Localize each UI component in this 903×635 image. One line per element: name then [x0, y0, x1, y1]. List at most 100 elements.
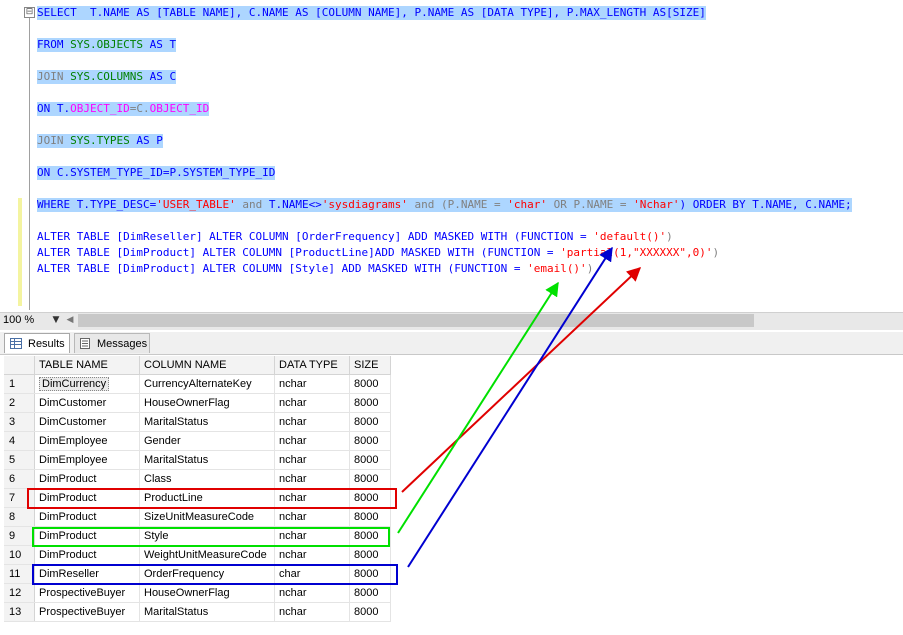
- horizontal-scrollbar-thumb[interactable]: [78, 314, 754, 327]
- row-number[interactable]: 12: [4, 583, 35, 603]
- column-header-table-name[interactable]: TABLE NAME: [34, 356, 140, 375]
- cell-data-type[interactable]: nchar: [274, 507, 350, 527]
- code-line-on-type-id[interactable]: ON C.SYSTEM_TYPE_ID=P.SYSTEM_TYPE_ID: [37, 166, 276, 180]
- row-number[interactable]: 1: [4, 374, 35, 394]
- table-row[interactable]: 8 DimProduct SizeUnitMeasureCode nchar 8000: [4, 507, 391, 527]
- cell-size-text: 8000: [354, 549, 379, 561]
- cell-table-name[interactable]: DimCurrency: [34, 374, 140, 394]
- cell-table-name[interactable]: DimEmployee: [34, 431, 140, 451]
- cell-data-type[interactable]: nchar: [274, 431, 350, 451]
- cell-table-name[interactable]: DimEmployee: [34, 450, 140, 470]
- cell-table-name[interactable]: DimCustomer: [34, 393, 140, 413]
- cell-column-name[interactable]: MaritalStatus: [139, 450, 275, 470]
- code-text: ) ORDER BY T.NAME, C.NAME;: [679, 198, 852, 211]
- column-header-size[interactable]: SIZE: [349, 356, 391, 375]
- cell-table-name[interactable]: ProspectiveBuyer: [34, 583, 140, 603]
- cell-data-type[interactable]: nchar: [274, 583, 350, 603]
- row-number[interactable]: 11: [4, 564, 35, 584]
- code-line-alter-style[interactable]: ALTER TABLE [DimProduct] ALTER COLUMN [S…: [37, 262, 593, 276]
- table-row[interactable]: 1 DimCurrency CurrencyAlternateKey nchar 800…: [4, 374, 391, 394]
- code-line-on-object-id[interactable]: ON T.OBJECT_ID=C.OBJECT_ID: [37, 102, 210, 116]
- code-line-where[interactable]: WHERE T.TYPE_DESC='USER_TABLE' and T.NAM…: [37, 198, 852, 212]
- outline-line: [29, 18, 30, 310]
- cell-data-type[interactable]: nchar: [274, 450, 350, 470]
- table-row[interactable]: 4 DimEmployee Gender nchar 8000: [4, 431, 391, 451]
- table-row[interactable]: 13 ProspectiveBuyer MaritalStatus nchar 8000: [4, 602, 391, 622]
- row-number[interactable]: 10: [4, 545, 35, 565]
- table-row[interactable]: 10 DimProduct WeightUnitMeasureCode nchar 80…: [4, 545, 391, 565]
- cell-data-type-text: nchar: [279, 397, 307, 409]
- row-number[interactable]: 5: [4, 450, 35, 470]
- code-line-join-columns[interactable]: JOIN SYS.COLUMNS AS C: [37, 70, 177, 84]
- cell-data-type[interactable]: nchar: [274, 545, 350, 565]
- cell-column-name[interactable]: HouseOwnerFlag: [139, 583, 275, 603]
- cell-column-name[interactable]: CurrencyAlternateKey: [139, 374, 275, 394]
- cell-table-name-text: DimCustomer: [39, 416, 107, 428]
- row-number[interactable]: 13: [4, 602, 35, 622]
- cell-column-name[interactable]: Class: [139, 469, 275, 489]
- cell-data-type[interactable]: nchar: [274, 469, 350, 489]
- table-row[interactable]: 5 DimEmployee MaritalStatus nchar 8000: [4, 450, 391, 470]
- collapse-region-toggle[interactable]: ⊟: [24, 7, 35, 18]
- row-number[interactable]: 4: [4, 431, 35, 451]
- column-header-column-name[interactable]: COLUMN NAME: [139, 356, 275, 375]
- scroll-left-icon[interactable]: ◀: [64, 313, 76, 328]
- cell-data-type-text: nchar: [279, 511, 307, 523]
- cell-size[interactable]: 8000: [349, 393, 391, 413]
- tab-messages[interactable]: Messages: [74, 333, 150, 353]
- query-editor[interactable]: ⊟ SELECT T.NAME AS [TABLE NAME], C.NAME …: [0, 0, 903, 312]
- code-line-alter-reseller[interactable]: ALTER TABLE [DimReseller] ALTER COLUMN […: [37, 230, 673, 244]
- row-number[interactable]: 8: [4, 507, 35, 527]
- cell-column-name[interactable]: Gender: [139, 431, 275, 451]
- cell-size[interactable]: 8000: [349, 412, 391, 432]
- cell-table-name[interactable]: DimProduct: [34, 507, 140, 527]
- cell-size[interactable]: 8000: [349, 545, 391, 565]
- cell-data-type[interactable]: nchar: [274, 393, 350, 413]
- cell-data-type[interactable]: nchar: [274, 412, 350, 432]
- cell-table-name[interactable]: DimCustomer: [34, 412, 140, 432]
- cell-table-name[interactable]: DimProduct: [34, 545, 140, 565]
- code-alias: AS P: [129, 134, 163, 147]
- code-line-alter-productline[interactable]: ALTER TABLE [DimProduct] ALTER COLUMN [P…: [37, 246, 719, 260]
- grid-corner[interactable]: [4, 356, 35, 375]
- table-row[interactable]: 3 DimCustomer MaritalStatus nchar 8000: [4, 412, 391, 432]
- cell-column-name-text: Class: [144, 473, 172, 485]
- cell-table-name-text: DimEmployee: [39, 454, 108, 466]
- cell-column-name[interactable]: MaritalStatus: [139, 602, 275, 622]
- cell-table-name[interactable]: ProspectiveBuyer: [34, 602, 140, 622]
- column-header-data-type[interactable]: DATA TYPE: [274, 356, 350, 375]
- cell-data-type-text: nchar: [279, 549, 307, 561]
- row-number[interactable]: 3: [4, 412, 35, 432]
- row-number[interactable]: 2: [4, 393, 35, 413]
- table-row[interactable]: 12 ProspectiveBuyer HouseOwnerFlag nchar 800…: [4, 583, 391, 603]
- cell-data-type[interactable]: nchar: [274, 374, 350, 394]
- cell-size[interactable]: 8000: [349, 469, 391, 489]
- row-number[interactable]: 6: [4, 469, 35, 489]
- cell-size[interactable]: 8000: [349, 374, 391, 394]
- code-string: 'partial(1,"XXXXXX",0)': [560, 246, 713, 259]
- cell-column-name[interactable]: MaritalStatus: [139, 412, 275, 432]
- code-line-select[interactable]: SELECT T.NAME AS [TABLE NAME], C.NAME AS…: [37, 6, 706, 20]
- row-number-text: 4: [9, 435, 16, 447]
- code-object: SYS.OBJECTS: [70, 38, 143, 51]
- cell-column-name[interactable]: WeightUnitMeasureCode: [139, 545, 275, 565]
- cell-size[interactable]: 8000: [349, 431, 391, 451]
- code-line-from[interactable]: FROM SYS.OBJECTS AS T: [37, 38, 177, 52]
- tab-results[interactable]: Results: [4, 333, 70, 353]
- code-text: ALTER TABLE [DimProduct] ALTER COLUMN [P…: [37, 246, 561, 259]
- cell-table-name[interactable]: DimProduct: [34, 469, 140, 489]
- table-row[interactable]: 6 DimProduct Class nchar 8000: [4, 469, 391, 489]
- chevron-down-icon[interactable]: ▼: [50, 312, 62, 328]
- cell-data-type[interactable]: nchar: [274, 602, 350, 622]
- cell-size[interactable]: 8000: [349, 450, 391, 470]
- row-number[interactable]: 9: [4, 526, 35, 546]
- cell-column-name[interactable]: HouseOwnerFlag: [139, 393, 275, 413]
- cell-size[interactable]: 8000: [349, 583, 391, 603]
- message-icon: [80, 338, 90, 349]
- cell-column-name[interactable]: SizeUnitMeasureCode: [139, 507, 275, 527]
- code-line-join-types[interactable]: JOIN SYS.TYPES AS P: [37, 134, 163, 148]
- cell-size[interactable]: 8000: [349, 602, 391, 622]
- cell-size[interactable]: 8000: [349, 507, 391, 527]
- cell-table-name-text: DimProduct: [39, 473, 97, 485]
- table-row[interactable]: 2 DimCustomer HouseOwnerFlag nchar 8000: [4, 393, 391, 413]
